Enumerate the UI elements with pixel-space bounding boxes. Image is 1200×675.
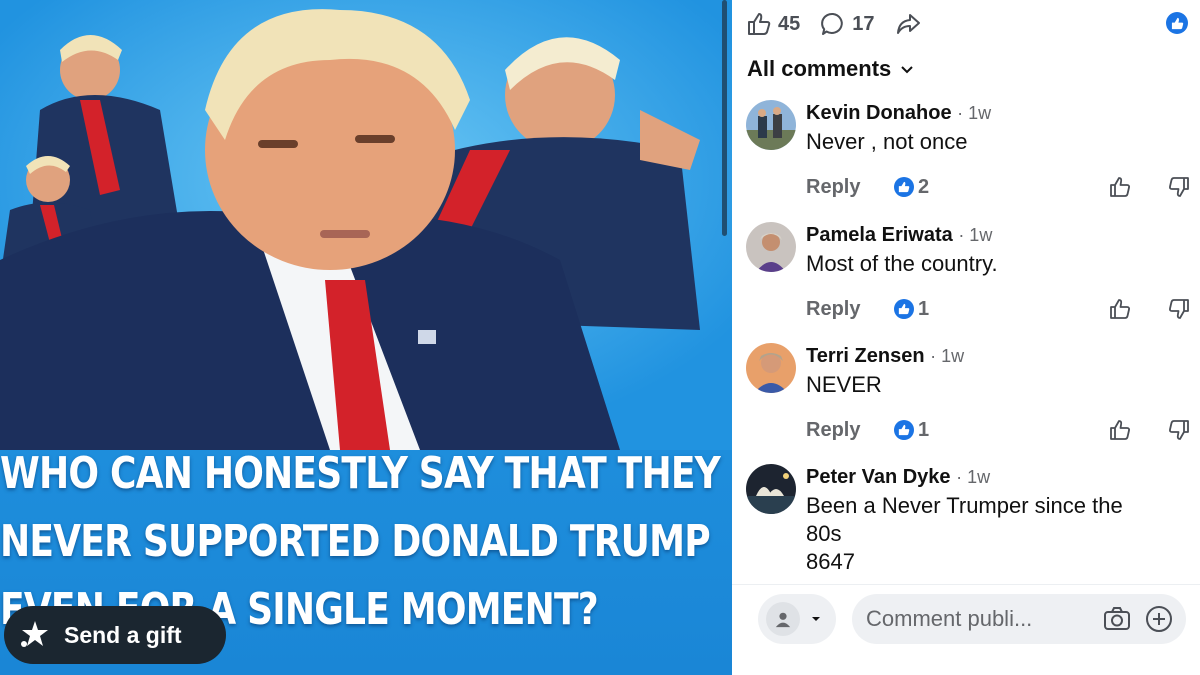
comment-item: Peter Van Dyke · 1w Been a Never Trumper… — [746, 464, 1186, 580]
comment-time: · 1w — [958, 225, 993, 245]
comment-author[interactable]: Peter Van Dyke — [806, 466, 951, 488]
comment-text: NEVER — [806, 372, 882, 397]
reply-button[interactable]: Reply — [806, 176, 894, 199]
comment-text: Been a Never Trumper since the 80s 8647 — [806, 492, 1186, 576]
upvote-icon[interactable] — [1108, 297, 1132, 321]
comment-input-placeholder: Comment publi... — [866, 606, 1033, 631]
comment-action[interactable]: 17 — [820, 11, 875, 37]
comment-like-number: 2 — [918, 175, 930, 198]
comment-icon — [821, 12, 843, 35]
avatar[interactable] — [746, 343, 796, 393]
comment-item: Pamela Eriwata · 1w Most of the country.… — [746, 222, 1189, 326]
person-icon — [766, 602, 800, 636]
comment-composer: Comment publi... — [732, 584, 1200, 675]
comment-author[interactable]: Kevin Donahoe — [806, 102, 952, 124]
caption-line: WHO CAN HONESTLY SAY THAT THEY — [0, 448, 721, 499]
gift-icon — [21, 621, 48, 647]
reactions-bar: 45 17 — [746, 8, 921, 40]
caption-line: NEVER SUPPORTED DONALD TRUMP — [0, 516, 711, 567]
comment-text-line: 80s — [806, 521, 842, 546]
comments-panel: 45 17 All comments Kevin Donahoe · 1w Ne… — [732, 0, 1200, 675]
like-action[interactable]: 45 — [746, 11, 800, 37]
comment-text: Never , not once — [806, 129, 968, 154]
avatar[interactable] — [746, 464, 796, 514]
all-comments-label: All comments — [747, 56, 892, 81]
like-badge-icon — [894, 177, 914, 197]
upvote-icon[interactable] — [1108, 175, 1132, 199]
comment-count: 17 — [852, 12, 875, 35]
comment-text-line: 8647 — [806, 549, 855, 574]
comment-like-count: 1 — [894, 298, 929, 321]
avatar[interactable] — [746, 222, 796, 272]
persona-selector[interactable] — [758, 594, 836, 644]
chevron-down-icon — [812, 617, 820, 621]
share-icon — [896, 14, 920, 34]
comment-like-count: 1 — [894, 419, 929, 442]
comment-text: Most of the country. — [806, 251, 998, 276]
share-action[interactable] — [895, 11, 921, 37]
comment-like-count: 2 — [894, 176, 929, 199]
comment-time: · 1w — [930, 346, 965, 366]
like-count: 45 — [778, 12, 801, 35]
like-icon — [748, 13, 771, 35]
add-icon[interactable] — [1144, 604, 1174, 634]
post-media[interactable]: WHO CAN HONESTLY SAY THAT THEY NEVER SUP… — [0, 0, 732, 675]
downvote-icon[interactable] — [1167, 418, 1191, 442]
comment-item: Terri Zensen · 1w NEVER Reply 1 — [746, 343, 1189, 447]
chevron-down-icon — [901, 66, 913, 74]
reply-button[interactable]: Reply — [806, 419, 894, 442]
all-comments-filter[interactable]: All comments — [747, 56, 915, 82]
like-badge-icon — [1166, 12, 1188, 34]
avatar[interactable] — [746, 100, 796, 150]
downvote-icon[interactable] — [1167, 175, 1191, 199]
comment-time: · 1w — [956, 467, 991, 487]
scrollbar-thumb[interactable] — [722, 0, 727, 236]
comment-item: Kevin Donahoe · 1w Never , not once Repl… — [746, 100, 1189, 204]
comment-like-number: 1 — [918, 418, 930, 441]
comment-input[interactable]: Comment publi... — [852, 594, 1186, 644]
comment-author[interactable]: Terri Zensen — [806, 345, 925, 367]
comment-like-number: 1 — [918, 297, 930, 320]
camera-icon[interactable] — [1102, 604, 1132, 634]
upvote-icon[interactable] — [1108, 418, 1132, 442]
send-gift-label: Send a gift — [64, 621, 182, 648]
like-badge-icon — [894, 420, 914, 440]
comment-author[interactable]: Pamela Eriwata — [806, 224, 953, 246]
like-badge-icon — [894, 299, 914, 319]
comment-text-line: Been a Never Trumper since the — [806, 493, 1123, 518]
downvote-icon[interactable] — [1167, 297, 1191, 321]
send-gift-button[interactable]: Send a gift — [4, 606, 226, 664]
reply-button[interactable]: Reply — [806, 298, 894, 321]
comment-time: · 1w — [957, 103, 992, 123]
post-image — [0, 0, 732, 450]
